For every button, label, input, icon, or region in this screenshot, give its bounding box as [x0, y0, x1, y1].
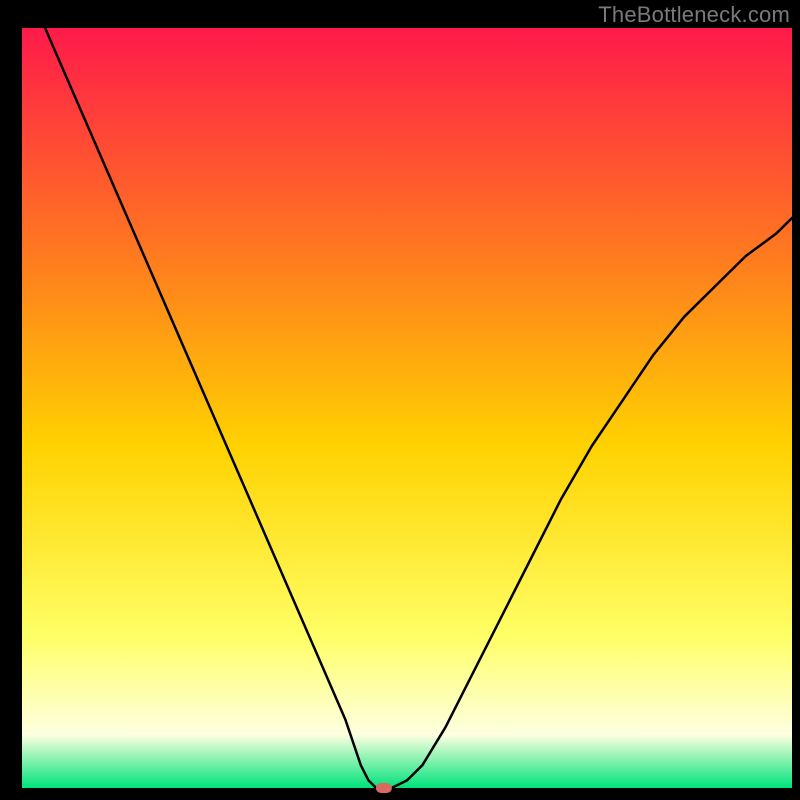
watermark-text: TheBottleneck.com	[598, 2, 790, 28]
plot-background	[22, 28, 792, 788]
bottleneck-chart	[0, 0, 800, 800]
chart-frame: TheBottleneck.com	[0, 0, 800, 800]
optimum-marker	[376, 783, 392, 793]
